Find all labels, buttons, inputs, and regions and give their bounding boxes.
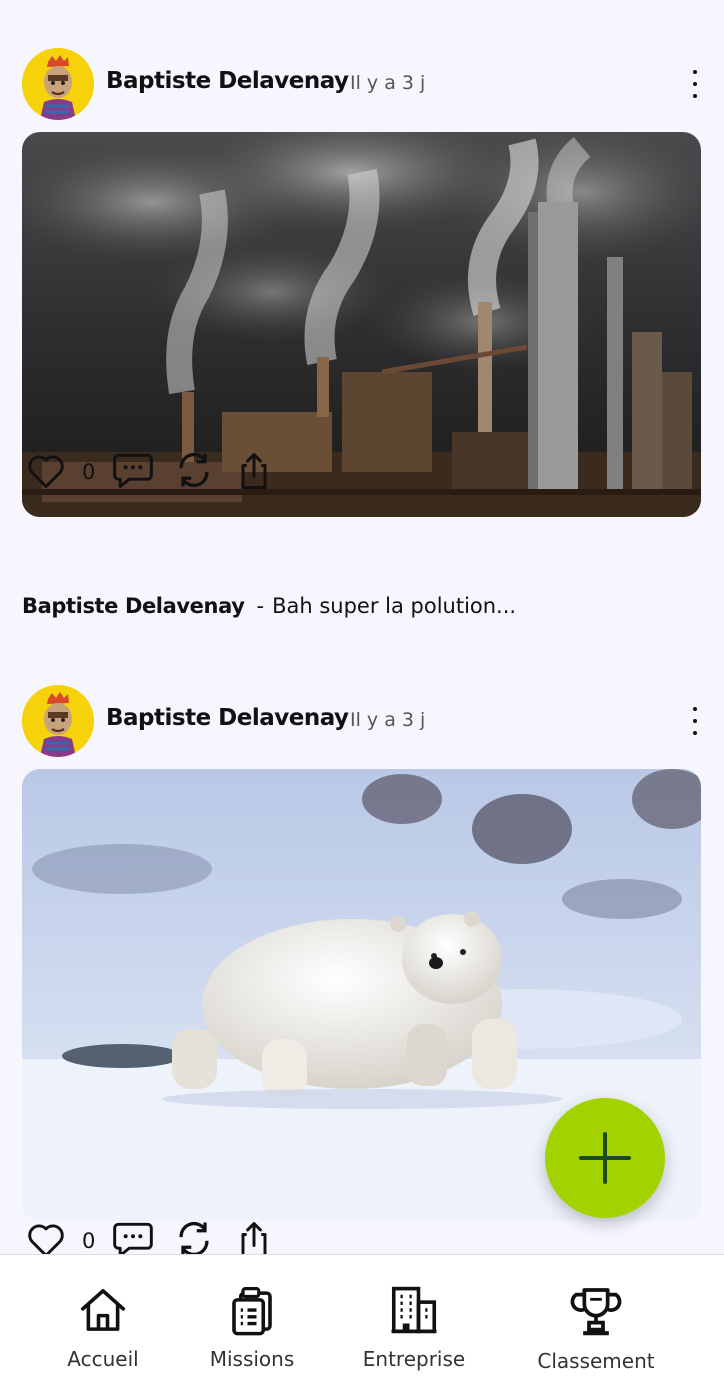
- clipboard-icon: [232, 1287, 272, 1336]
- share-icon[interactable]: [232, 448, 276, 494]
- nav-label: Missions: [209, 1347, 295, 1371]
- home-icon: [80, 1289, 126, 1331]
- repost-icon[interactable]: [172, 448, 216, 492]
- author-name[interactable]: Baptiste Delavenay: [106, 705, 349, 731]
- comment-icon[interactable]: [110, 448, 156, 492]
- post-actions: 0: [22, 448, 702, 498]
- caption-author[interactable]: Baptiste Delavenay: [22, 594, 245, 618]
- more-options-icon[interactable]: [690, 70, 700, 98]
- post-header: Baptiste Delavenay Il y a 3 j: [22, 48, 702, 120]
- avatar[interactable]: [22, 48, 94, 120]
- more-options-icon[interactable]: [690, 707, 700, 735]
- nav-label: Accueil: [67, 1347, 139, 1371]
- avatar[interactable]: [22, 685, 94, 757]
- post-actions: 0: [22, 1217, 702, 1254]
- nav-item-entreprise[interactable]: Entreprise: [360, 1283, 468, 1371]
- nav-item-missions[interactable]: Missions: [206, 1283, 298, 1371]
- post-time: Il y a 3 j: [350, 709, 426, 731]
- comment-icon[interactable]: [110, 1217, 156, 1254]
- plus-icon: [579, 1132, 631, 1184]
- trophy-icon: [570, 1288, 622, 1336]
- author-name[interactable]: Baptiste Delavenay: [106, 68, 349, 94]
- share-icon[interactable]: [232, 1217, 276, 1254]
- caption-separator: -: [256, 594, 265, 618]
- feed[interactable]: Baptiste Delavenay Il y a 3 j 0 Baptiste…: [0, 0, 724, 1254]
- caption-text: Bah super la polution...: [272, 594, 517, 618]
- building-icon: [391, 1286, 437, 1334]
- post-header: Baptiste Delavenay Il y a 3 j: [22, 685, 702, 757]
- heart-icon[interactable]: [24, 448, 68, 492]
- heart-icon[interactable]: [24, 1217, 68, 1254]
- create-post-button[interactable]: [545, 1098, 665, 1218]
- nav-item-classement[interactable]: Classement: [530, 1283, 662, 1373]
- like-count: 0: [82, 460, 96, 484]
- bottom-nav: Accueil Missions Entreprise Classement: [0, 1254, 724, 1397]
- post-time: Il y a 3 j: [350, 72, 426, 94]
- nav-label: Entreprise: [362, 1347, 466, 1371]
- post: Baptiste Delavenay Il y a 3 j: [22, 48, 702, 628]
- repost-icon[interactable]: [172, 1217, 216, 1254]
- nav-item-accueil[interactable]: Accueil: [64, 1283, 142, 1371]
- post-caption: Baptiste Delavenay - Bah super la polution…: [22, 594, 516, 618]
- like-count: 0: [82, 1229, 96, 1253]
- nav-label: Classement: [537, 1349, 655, 1373]
